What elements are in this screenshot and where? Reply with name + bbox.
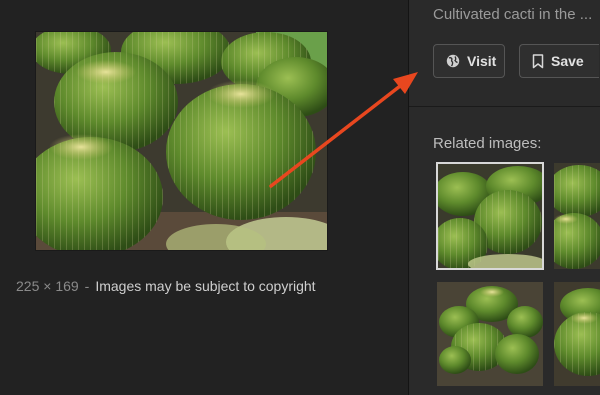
main-cactus-image[interactable] (36, 32, 327, 250)
image-preview-panel: 225 × 169- Images may be subject to copyr… (0, 0, 408, 395)
related-images-heading: Related images: (433, 135, 542, 152)
image-details-panel: Cultivated cacti in the ... Visit Save R… (409, 0, 600, 395)
image-dimensions: 225 × 169 (16, 278, 79, 294)
image-meta: 225 × 169- Images may be subject to copyr… (16, 278, 316, 294)
copyright-notice: Images may be subject to copyright (95, 278, 316, 294)
related-image-thumbnail[interactable] (554, 163, 600, 269)
related-image-thumbnail[interactable] (436, 162, 544, 270)
related-image-thumbnail[interactable] (554, 282, 600, 386)
related-image-thumbnail[interactable] (437, 282, 543, 386)
bookmark-icon (532, 53, 544, 69)
save-button[interactable]: Save (519, 44, 599, 78)
section-divider (409, 106, 600, 107)
save-label: Save (551, 53, 584, 69)
meta-separator: - (84, 278, 90, 294)
image-title[interactable]: Cultivated cacti in the ... (433, 6, 592, 23)
globe-icon (446, 54, 460, 68)
visit-label: Visit (467, 53, 497, 69)
visit-button[interactable]: Visit (433, 44, 505, 78)
